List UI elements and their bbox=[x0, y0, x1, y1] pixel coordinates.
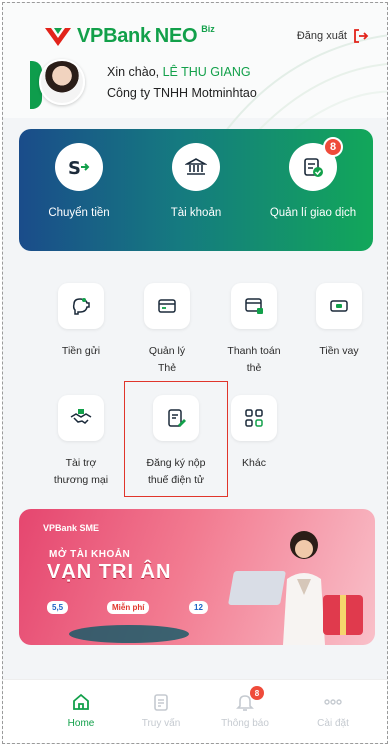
service-label: Tiền vay bbox=[319, 345, 359, 357]
service-label: Tài trợ thương mại bbox=[53, 457, 109, 486]
home-icon bbox=[73, 693, 89, 710]
nav-settings[interactable]: Cài đặt bbox=[293, 692, 373, 729]
transfer-icon: S bbox=[55, 143, 103, 191]
service-loan[interactable]: Tiền vay bbox=[299, 283, 379, 360]
nav-query[interactable]: Truy vấn bbox=[121, 692, 201, 729]
service-label: Tiền gửi bbox=[61, 345, 101, 357]
service-card-payment[interactable]: Thanh toán thẻ bbox=[214, 283, 294, 377]
quick-action-label: Chuyển tiền bbox=[48, 207, 110, 219]
promo-tag: 12 bbox=[189, 601, 208, 614]
piggy-bank-icon bbox=[58, 283, 104, 329]
gift-illustration bbox=[323, 595, 363, 635]
vpbank-logo-icon bbox=[45, 27, 71, 46]
selection-highlight bbox=[124, 381, 228, 497]
promo-tag: Miễn phí bbox=[107, 601, 150, 614]
quick-action-account[interactable]: Tài khoản bbox=[136, 143, 256, 219]
company-name: Công ty TNHH Motminhtao bbox=[107, 86, 257, 100]
nav-notifications[interactable]: 8 Thông báo bbox=[205, 686, 285, 729]
promo-title: VẠN TRI ÂN bbox=[47, 561, 172, 583]
nav-label: Thông báo bbox=[221, 718, 269, 729]
promo-brand: VPBank SME bbox=[43, 523, 100, 533]
card-payment-icon bbox=[231, 283, 277, 329]
settings-dots-icon bbox=[324, 699, 342, 705]
promo-headline: MỞ TÀI KHOẢN bbox=[49, 549, 131, 560]
notification-badge: 8 bbox=[250, 686, 264, 700]
svg-text:S: S bbox=[68, 158, 81, 178]
nav-home[interactable]: Home bbox=[41, 692, 121, 729]
service-label: Thanh toán thẻ bbox=[227, 345, 281, 374]
notification-badge: 8 bbox=[323, 137, 343, 157]
service-deposit[interactable]: Tiền gửi bbox=[41, 283, 121, 360]
quick-action-transactions[interactable]: 8 Quản lí giao dịch bbox=[253, 137, 373, 219]
app-screen: VPBank NEO Biz Đăng xuất Xin chào, LÊ TH… bbox=[2, 2, 388, 744]
card-icon bbox=[144, 283, 190, 329]
logout-button[interactable]: Đăng xuất bbox=[297, 28, 369, 44]
promo-stand bbox=[69, 625, 189, 643]
user-name: LÊ THU GIANG bbox=[162, 65, 251, 79]
service-label: Khác bbox=[242, 457, 266, 469]
bottom-nav: Home Truy vấn 8 Thông báo Cài đặt bbox=[3, 679, 387, 743]
quick-action-label: Quản lí giao dịch bbox=[269, 207, 357, 219]
brand-logo: VPBank NEO Biz bbox=[43, 23, 215, 48]
logout-label: Đăng xuất bbox=[296, 30, 347, 42]
loan-icon bbox=[316, 283, 362, 329]
promo-banner[interactable]: VPBank SME MỞ TÀI KHOẢN VẠN TRI ÂN 5,5 M… bbox=[19, 509, 375, 645]
avatar[interactable] bbox=[39, 59, 85, 105]
transaction-manage-icon: 8 bbox=[289, 137, 343, 191]
promo-tag: 5,5 bbox=[47, 601, 69, 614]
brand-name: VPBank bbox=[77, 25, 151, 47]
trade-finance-icon bbox=[58, 395, 104, 441]
query-icon bbox=[154, 694, 168, 711]
service-trade-finance[interactable]: Tài trợ thương mại bbox=[41, 395, 121, 489]
service-card-management[interactable]: Quản lý Thẻ bbox=[127, 283, 207, 377]
service-label: Quản lý Thẻ bbox=[148, 345, 186, 374]
quick-actions-card: S Chuyển tiền Tài khoản 8 Quản lí giao d… bbox=[19, 129, 373, 251]
greeting: Xin chào, LÊ THU GIANG bbox=[107, 65, 251, 79]
nav-label: Home bbox=[67, 718, 95, 729]
quick-action-label: Tài khoản bbox=[170, 207, 222, 219]
more-grid-icon bbox=[231, 395, 277, 441]
greeting-prefix: Xin chào, bbox=[107, 65, 163, 79]
bank-icon bbox=[172, 143, 220, 191]
brand-badge: Biz bbox=[201, 23, 215, 34]
nav-label: Cài đặt bbox=[317, 718, 349, 729]
brand-suffix: NEO bbox=[154, 25, 198, 47]
nav-label: Truy vấn bbox=[141, 718, 181, 729]
logout-icon bbox=[354, 29, 369, 43]
header: VPBank NEO Biz Đăng xuất Xin chào, LÊ TH… bbox=[3, 3, 387, 143]
quick-action-transfer[interactable]: S Chuyển tiền bbox=[19, 143, 139, 219]
